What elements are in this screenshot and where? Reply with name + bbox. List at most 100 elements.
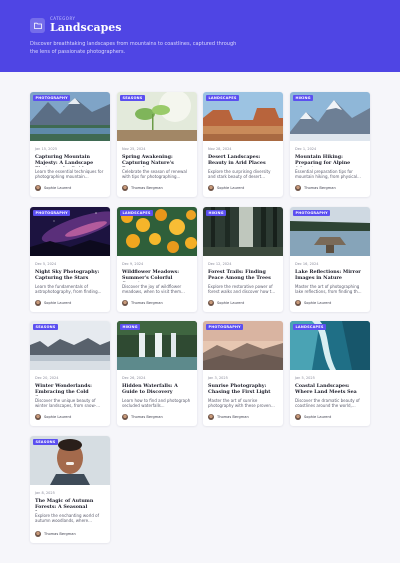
post-date: Dec 16, 2024	[295, 262, 319, 266]
avatar	[122, 300, 128, 306]
post-image-portrait: SEASONS	[30, 436, 110, 485]
post-title[interactable]: Capturing Mountain Majesty: A Landscape …	[35, 154, 105, 167]
post-card[interactable]: SEASONS Jan 8, 2025 The Magic of Autumn …	[30, 436, 110, 543]
post-date: Nov 25, 2024	[122, 147, 146, 151]
post-author: Sophie Laurent	[35, 414, 71, 420]
post-date: Jan 8, 2025	[35, 491, 55, 495]
post-title[interactable]: The Magic of Autumn Forests: A Seasonal …	[35, 498, 105, 511]
avatar	[35, 185, 41, 191]
post-image-winter-lake: SEASONS	[30, 321, 110, 370]
post-image-desert-mesa: LANDSCAPES	[203, 92, 283, 141]
post-title[interactable]: Hidden Waterfalls: A Guide to Discovery	[122, 383, 192, 396]
post-card[interactable]: SEASONS Nov 25, 2024 Spring Awakening: C…	[117, 92, 197, 197]
post-author: Thomas Bergman	[122, 300, 163, 306]
post-card[interactable]: PHOTOGRAPHY Jan 15, 2025 Capturing Mount…	[30, 92, 110, 197]
post-title[interactable]: Night Sky Photography: Capturing the Sta…	[35, 269, 105, 282]
post-date: Jan 3, 2025	[208, 376, 228, 380]
author-name: Thomas Bergman	[217, 415, 249, 419]
post-title[interactable]: Desert Landscapes: Beauty in Arid Places	[208, 154, 278, 167]
post-card[interactable]: PHOTOGRAPHY Dec 16, 2024 Lake Reflection…	[290, 207, 370, 312]
avatar	[295, 414, 301, 420]
avatar	[295, 300, 301, 306]
post-excerpt: Learn the fundamentals of astrophotograp…	[35, 283, 102, 295]
post-excerpt: Explore the restorative power of forest …	[208, 283, 276, 295]
post-author: Thomas Bergman	[122, 414, 163, 420]
category-tag[interactable]: HIKING	[293, 95, 314, 101]
post-author: Thomas Bergman	[295, 185, 336, 191]
post-title[interactable]: Forest Trails: Finding Peace Among the T…	[208, 269, 278, 282]
category-hero: CATEGORY Landscapes Discover breathtakin…	[0, 0, 400, 72]
post-card[interactable]: HIKING Dec 26, 2024 Hidden Waterfalls: A…	[117, 321, 197, 426]
avatar	[295, 185, 301, 191]
post-author: Thomas Bergman	[208, 414, 249, 420]
post-author: Sophie Laurent	[208, 185, 244, 191]
author-name: Sophie Laurent	[44, 186, 72, 190]
category-tag[interactable]: HIKING	[120, 324, 141, 330]
author-name: Thomas Bergman	[304, 186, 336, 190]
avatar	[35, 414, 41, 420]
post-author: Sophie Laurent	[35, 185, 71, 191]
post-excerpt: Celebrate the season of renewal with tip…	[122, 168, 187, 180]
author-name: Sophie Laurent	[217, 301, 245, 305]
post-excerpt: Learn how to find and photograph seclude…	[122, 397, 191, 409]
post-author: Sophie Laurent	[295, 300, 331, 306]
post-title[interactable]: Wildflower Meadows: Summer's Colorful Ca…	[122, 269, 192, 282]
post-excerpt: Learn the essential techniques for photo…	[35, 168, 104, 180]
page-title: Landscapes	[50, 21, 122, 34]
post-author: Thomas Bergman	[122, 185, 163, 191]
avatar	[35, 300, 41, 306]
category-tag[interactable]: SEASONS	[120, 95, 145, 101]
post-card[interactable]: LANDSCAPES Dec 9, 2024 Wildflower Meadow…	[117, 207, 197, 312]
post-image-night-sky: PHOTOGRAPHY	[30, 207, 110, 256]
post-card[interactable]: PHOTOGRAPHY Jan 3, 2025 Sunrise Photogra…	[203, 321, 283, 426]
post-date: Nov 28, 2024	[208, 147, 232, 151]
post-date: Jan 15, 2025	[35, 147, 58, 151]
post-image-sunrise: PHOTOGRAPHY	[203, 321, 283, 370]
post-card[interactable]: LANDSCAPES Nov 28, 2024 Desert Landscape…	[203, 92, 283, 197]
post-card[interactable]: HIKING Dec 12, 2024 Forest Trails: Findi…	[203, 207, 283, 312]
author-name: Sophie Laurent	[304, 301, 332, 305]
author-name: Thomas Bergman	[131, 415, 163, 419]
post-image-coast: LANDSCAPES	[290, 321, 370, 370]
post-card[interactable]: HIKING Dec 1, 2024 Mountain Hiking: Prep…	[290, 92, 370, 197]
post-author: Thomas Bergman	[35, 531, 76, 537]
post-excerpt: Explore the enchanting world of autumn w…	[35, 512, 99, 524]
category-tag[interactable]: LANDSCAPES	[293, 324, 327, 330]
post-title[interactable]: Winter Wonderlands: Embracing the Cold S…	[35, 383, 105, 396]
author-name: Thomas Bergman	[131, 301, 163, 305]
category-tag[interactable]: PHOTOGRAPHY	[293, 210, 331, 216]
post-author: Sophie Laurent	[208, 300, 244, 306]
post-card[interactable]: SEASONS Dec 20, 2024 Winter Wonderlands:…	[30, 321, 110, 426]
post-excerpt: Discover the dramatic beauty of coastlin…	[295, 397, 360, 409]
post-card[interactable]: LANDSCAPES Jan 5, 2025 Coastal Landscape…	[290, 321, 370, 426]
author-name: Thomas Bergman	[44, 532, 76, 536]
category-tag[interactable]: HIKING	[206, 210, 227, 216]
category-tag[interactable]: PHOTOGRAPHY	[33, 95, 71, 101]
category-tag[interactable]: PHOTOGRAPHY	[33, 210, 71, 216]
post-image-lake-dock: PHOTOGRAPHY	[290, 207, 370, 256]
post-excerpt: Master the art of photographing lake ref…	[295, 283, 362, 295]
post-date: Dec 20, 2024	[35, 376, 59, 380]
category-tag[interactable]: SEASONS	[33, 439, 58, 445]
category-tag[interactable]: LANDSCAPES	[206, 95, 240, 101]
post-image-forest: HIKING	[203, 207, 283, 256]
post-date: Dec 1, 2024	[295, 147, 317, 151]
post-title[interactable]: Mountain Hiking: Preparing for Alpine Ad…	[295, 154, 365, 167]
post-title[interactable]: Sunrise Photography: Chasing the First L…	[208, 383, 278, 396]
category-tag[interactable]: SEASONS	[33, 324, 58, 330]
avatar	[122, 185, 128, 191]
post-card[interactable]: PHOTOGRAPHY Dec 5, 2024 Night Sky Photog…	[30, 207, 110, 312]
post-image-waterfall: HIKING	[117, 321, 197, 370]
post-image-wildflowers: LANDSCAPES	[117, 207, 197, 256]
post-excerpt: Explore the surprising diversity and sta…	[208, 168, 271, 180]
category-description: Discover breathtaking landscapes from mo…	[30, 41, 237, 55]
post-title[interactable]: Lake Reflections: Mirror Images in Natur…	[295, 269, 365, 282]
post-image-sprout: SEASONS	[117, 92, 197, 141]
post-title[interactable]: Coastal Landscapes: Where Land Meets Sea	[295, 383, 365, 396]
avatar	[208, 300, 214, 306]
post-date: Dec 9, 2024	[122, 262, 144, 266]
category-tag[interactable]: LANDSCAPES	[120, 210, 154, 216]
category-tag[interactable]: PHOTOGRAPHY	[206, 324, 244, 330]
folder-icon	[30, 18, 45, 33]
post-title[interactable]: Spring Awakening: Capturing Nature's Ren…	[122, 154, 192, 167]
